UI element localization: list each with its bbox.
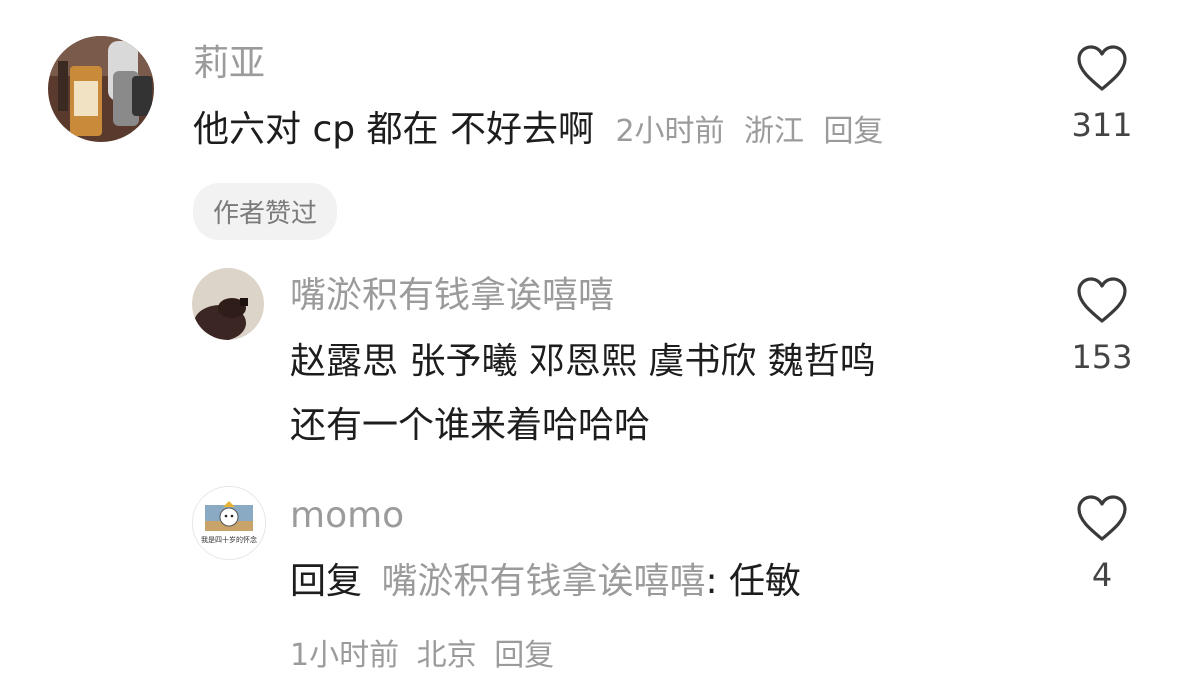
comment-body-line2: 还有一个谁来着哈哈哈 [290,405,651,446]
comment-body: 他六对 cp 都在 不好去啊 [193,109,594,150]
like-count: 153 [1071,338,1133,376]
reply-button[interactable]: 回复 [823,114,883,149]
comment-text: 他六对 cp 都在 不好去啊 2小时前 浙江 回复 [193,110,883,150]
comment-username[interactable]: 莉亚 [193,44,265,84]
comment-body-line1: 赵露思 张予曦 邓恩熙 虞书欣 魏哲鸣 [290,341,876,382]
like-count: 311 [1071,106,1133,144]
comment-reply-text: 回复 嘴淤积有钱拿诶嘻嘻: 任敏 [290,562,801,602]
heart-icon[interactable] [1062,494,1142,542]
like-button[interactable]: 4 [1062,494,1142,594]
comment-username[interactable]: 嘴淤积有钱拿诶嘻嘻 [290,276,614,316]
comment-time: 2小时前 [615,114,725,149]
like-button[interactable]: 311 [1062,44,1142,144]
heart-icon[interactable] [1062,44,1142,92]
avatar-caption: 我是四十岁的怀念 [201,536,257,544]
comment-username[interactable]: momo [290,496,404,536]
comment-location: 浙江 [743,114,804,149]
avatar[interactable]: 我是四十岁的怀念 [192,486,266,560]
reply-prefix: 回复 [290,561,363,602]
like-button[interactable]: 153 [1062,276,1142,376]
heart-icon[interactable] [1062,276,1142,324]
comment-location: 北京 [416,638,477,673]
author-liked-badge: 作者赞过 [193,183,338,240]
reply-target-username[interactable]: 嘴淤积有钱拿诶嘻嘻 [381,561,705,602]
reply-button[interactable]: 回复 [494,638,554,673]
avatar[interactable] [48,36,154,142]
comment-meta: 1小时前 北京 回复 [290,630,554,674]
like-count: 4 [1091,556,1113,594]
avatar[interactable] [192,268,264,340]
reply-body: : 任敏 [705,561,802,602]
comment-time: 1小时前 [290,638,400,673]
